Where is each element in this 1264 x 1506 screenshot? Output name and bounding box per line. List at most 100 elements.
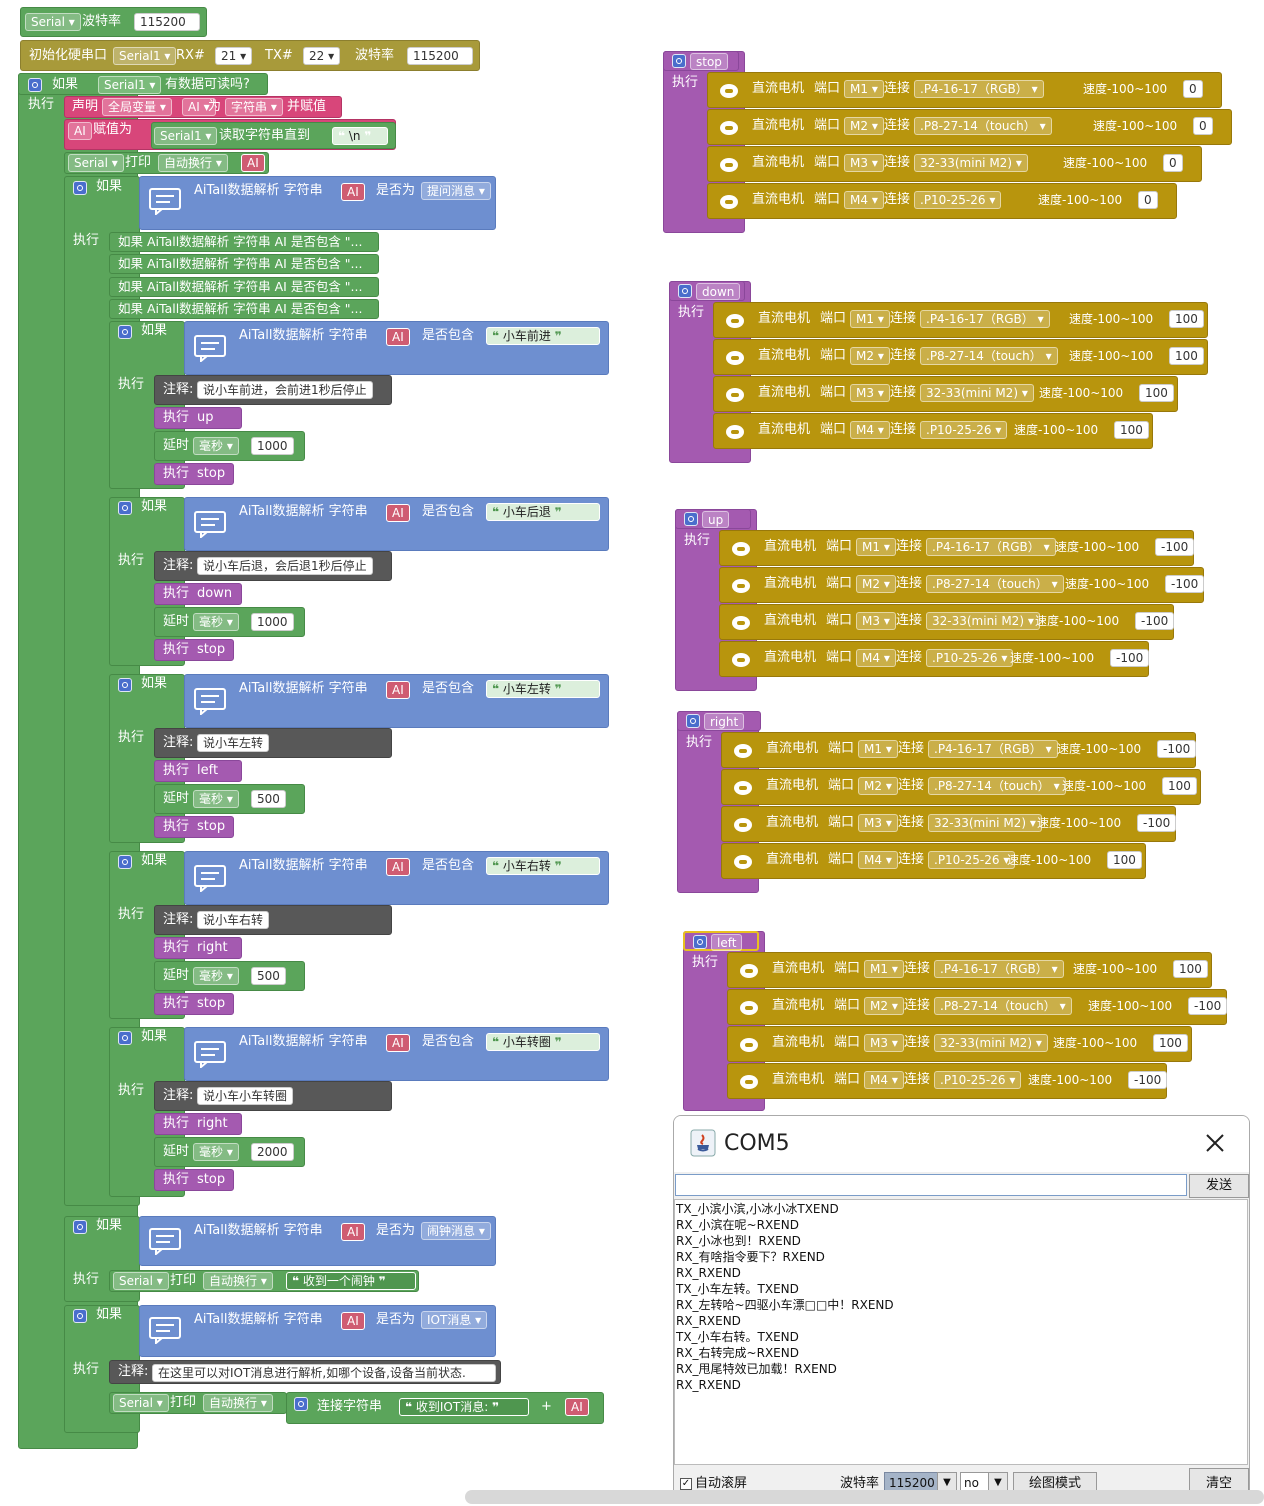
gear-icon[interactable] — [73, 1309, 87, 1323]
print-alarm-block[interactable]: Serial ▾ 打印 自动换行 ▾ ❝ 收到一个闹钟 ❞ — [109, 1270, 419, 1292]
ai-var[interactable]: AI — [241, 154, 265, 172]
assign-var-dropdown[interactable]: AI — [68, 122, 92, 140]
collapsed-if-3[interactable]: 如果 AiTall数据解析 字符串 AI 是否包含 "... — [109, 277, 379, 297]
pin-dropdown[interactable]: .P10-25-26 ▾ — [928, 851, 1016, 869]
pin-dropdown[interactable]: 32-33(mini M2) ▾ — [914, 154, 1028, 172]
gear-icon[interactable] — [686, 714, 700, 728]
pin-dropdown[interactable]: .P10-25-26 ▾ — [926, 649, 1014, 667]
comment-block[interactable]: 注释: 说小车前进，会前进1秒后停止 — [154, 375, 392, 405]
gear-icon[interactable] — [294, 1397, 308, 1411]
comment-text[interactable]: 说小车左转 — [197, 734, 270, 752]
gear-icon[interactable] — [28, 78, 42, 92]
port-dropdown[interactable]: M1 ▾ — [844, 80, 884, 98]
speed-value[interactable]: 0 — [1163, 154, 1183, 172]
dc-motor-block[interactable]: 直流电机 端口 M3 ▾ 连接 32-33(mini M2) ▾ 速度-100~… — [719, 604, 1175, 640]
dc-motor-block[interactable]: 直流电机 端口 M1 ▾ 连接 .P4-16-17（RGB） ▾ 速度-100~… — [713, 302, 1208, 338]
dc-motor-block[interactable]: 直流电机 端口 M4 ▾ 连接 .P10-25-26 ▾ 速度-100~100 … — [707, 183, 1177, 219]
speed-value[interactable]: -100 — [1155, 538, 1195, 556]
comment-block[interactable]: 注释: 说小车右转 — [154, 905, 392, 935]
dc-motor-block[interactable]: 直流电机 端口 M3 ▾ 连接 32-33(mini M2) ▾ 速度-100~… — [707, 146, 1202, 182]
port-dropdown[interactable]: M2 ▾ — [844, 117, 884, 135]
pin-dropdown[interactable]: .P10-25-26 ▾ — [914, 191, 1002, 209]
comment-text[interactable]: 说小车后退，会后退1秒后停止 — [197, 557, 373, 575]
delay-value[interactable]: 1000 — [251, 613, 294, 631]
collapsed-if-1[interactable]: 如果 AiTall数据解析 字符串 AI 是否包含 "... — [109, 232, 379, 252]
print-ai-block[interactable]: Serial ▾ 打印 自动换行 ▾ AI — [64, 152, 269, 174]
gear-icon[interactable] — [118, 501, 132, 515]
port-dropdown[interactable]: M3 ▾ — [858, 814, 898, 832]
ai-var[interactable]: AI — [341, 183, 365, 201]
comment-block[interactable]: 注释: 说小车小车转圈 — [154, 1081, 392, 1111]
dc-motor-block[interactable]: 直流电机 端口 M2 ▾ 连接 .P8-27-14（touch） ▾ 速度-10… — [719, 567, 1205, 603]
keyword-text[interactable]: ❝ 小车转圈 ❞ — [486, 1033, 600, 1051]
ms-dropdown[interactable]: 毫秒 ▾ — [193, 967, 239, 985]
port-dropdown[interactable]: M3 ▾ — [856, 612, 896, 630]
call-fn-block[interactable]: 执行 right — [154, 1113, 242, 1135]
ai-var[interactable]: AI — [386, 858, 410, 876]
type-dropdown[interactable]: 字符串 ▾ — [225, 98, 283, 116]
ms-dropdown[interactable]: 毫秒 ▾ — [193, 1143, 239, 1161]
comment-text[interactable]: 说小车小车转圈 — [197, 1087, 294, 1105]
concat-block[interactable]: 连接字符串 ❝ 收到IOT消息: ❞ + AI — [286, 1392, 604, 1424]
ai-var[interactable]: AI — [341, 1312, 365, 1330]
msg-type-dropdown[interactable]: 提问消息 ▾ — [421, 182, 491, 200]
assign-block[interactable]: AI 赋值为 Serial1 ▾ 读取字符串直到 ❝ \n ❞ — [64, 119, 396, 150]
msg-type-dropdown[interactable]: IOT消息 ▾ — [421, 1311, 488, 1329]
speed-value[interactable]: -100 — [1157, 740, 1197, 758]
pin-dropdown[interactable]: 32-33(mini M2) ▾ — [920, 384, 1034, 402]
keyword-text[interactable]: ❝ 小车前进 ❞ — [486, 327, 600, 345]
dc-motor-block[interactable]: 直流电机 端口 M2 ▾ 连接 .P8-27-14（touch） ▾ 速度-10… — [727, 989, 1228, 1025]
delay-block[interactable]: 延时 毫秒 ▾ 2000 — [154, 1137, 305, 1167]
dc-motor-block[interactable]: 直流电机 端口 M1 ▾ 连接 .P4-16-17（RGB） ▾ 速度-100~… — [721, 732, 1197, 768]
iot-text[interactable]: ❝ 收到IOT消息: ❞ — [399, 1398, 529, 1416]
port-dropdown[interactable]: M2 ▾ — [850, 347, 890, 365]
speed-value[interactable]: -100 — [1165, 575, 1205, 593]
port-dropdown[interactable]: M4 ▾ — [844, 191, 884, 209]
pin-dropdown[interactable]: .P8-27-14（touch） ▾ — [934, 997, 1072, 1015]
comment-block[interactable]: 注释: 说小车后退，会后退1秒后停止 — [154, 551, 392, 581]
send-button[interactable]: 发送 — [1189, 1174, 1249, 1198]
newline-dropdown[interactable]: 自动换行 ▾ — [203, 1394, 273, 1412]
comment-text[interactable]: 说小车右转 — [197, 911, 270, 929]
ai-var[interactable]: AI — [386, 681, 410, 699]
declare-block[interactable]: 声明 全局变量 ▾ AI ▾ 为 字符串 ▾ 并赋值 — [64, 96, 342, 118]
dc-motor-block[interactable]: 直流电机 端口 M2 ▾ 连接 .P8-27-14（touch） ▾ 速度-10… — [707, 109, 1232, 145]
pin-dropdown[interactable]: 32-33(mini M2) ▾ — [928, 814, 1042, 832]
port-dropdown[interactable]: M1 ▾ — [858, 740, 898, 758]
print-serial-dropdown[interactable]: Serial ▾ — [113, 1272, 169, 1290]
port-dropdown[interactable]: M2 ▾ — [856, 575, 896, 593]
delay-block[interactable]: 延时 毫秒 ▾ 1000 — [154, 607, 305, 637]
delay-value[interactable]: 500 — [251, 967, 286, 985]
collapsed-if-2[interactable]: 如果 AiTall数据解析 字符串 AI 是否包含 "... — [109, 254, 379, 274]
pin-dropdown[interactable]: .P4-16-17（RGB） ▾ — [934, 960, 1064, 978]
comment-text[interactable]: 在这里可以对IOT消息进行解析,如哪个设备,设备当前状态. — [152, 1364, 496, 1382]
parse-question-block[interactable]: AiTall数据解析 字符串 AI 是否为 提问消息 ▾ — [139, 176, 496, 230]
port-dropdown[interactable]: M4 ▾ — [856, 649, 896, 667]
serial-baud-block[interactable]: Serial ▾ 波特率 115200 — [20, 7, 207, 37]
dc-motor-block[interactable]: 直流电机 端口 M1 ▾ 连接 .P4-16-17（RGB） ▾ 速度-100~… — [719, 530, 1195, 566]
function-name[interactable]: stop — [690, 53, 728, 70]
dc-motor-block[interactable]: 直流电机 端口 M3 ▾ 连接 32-33(mini M2) ▾ 速度-100~… — [713, 376, 1178, 412]
speed-value[interactable]: 100 — [1173, 960, 1208, 978]
speed-value[interactable]: 0 — [1183, 80, 1203, 98]
port-dropdown[interactable]: M4 ▾ — [858, 851, 898, 869]
speed-value[interactable]: -100 — [1128, 1071, 1168, 1089]
speed-value[interactable]: -100 — [1137, 814, 1177, 832]
print-serial-dropdown[interactable]: Serial ▾ — [113, 1394, 169, 1412]
keyword-text[interactable]: ❝ 小车后退 ❞ — [486, 503, 600, 521]
keyword-text[interactable]: ❝ 小车左转 ❞ — [486, 680, 600, 698]
delay-block[interactable]: 延时 毫秒 ▾ 500 — [154, 784, 305, 814]
ms-dropdown[interactable]: 毫秒 ▾ — [193, 790, 239, 808]
speed-value[interactable]: 0 — [1193, 117, 1213, 135]
gear-icon[interactable] — [678, 284, 692, 298]
speed-value[interactable]: 100 — [1114, 421, 1149, 439]
dc-motor-block[interactable]: 直流电机 端口 M4 ▾ 连接 .P10-25-26 ▾ 速度-100~100 … — [721, 843, 1146, 879]
keyword-text[interactable]: ❝ 小车右转 ❞ — [486, 857, 600, 875]
speed-value[interactable]: 100 — [1169, 310, 1204, 328]
parse-alarm-block[interactable]: AiTall数据解析 字符串 AI 是否为 闹钟消息 ▾ — [139, 1216, 496, 1266]
read-delim[interactable]: ❝ \n ❞ — [332, 127, 388, 145]
parse-contains-block[interactable]: AiTall数据解析 字符串 AI 是否包含 ❝ 小车左转 ❞ — [184, 674, 609, 728]
speed-value[interactable]: -100 — [1188, 997, 1228, 1015]
port-dropdown[interactable]: M2 ▾ — [858, 777, 898, 795]
rx-value[interactable]: 21 ▾ — [215, 47, 253, 65]
